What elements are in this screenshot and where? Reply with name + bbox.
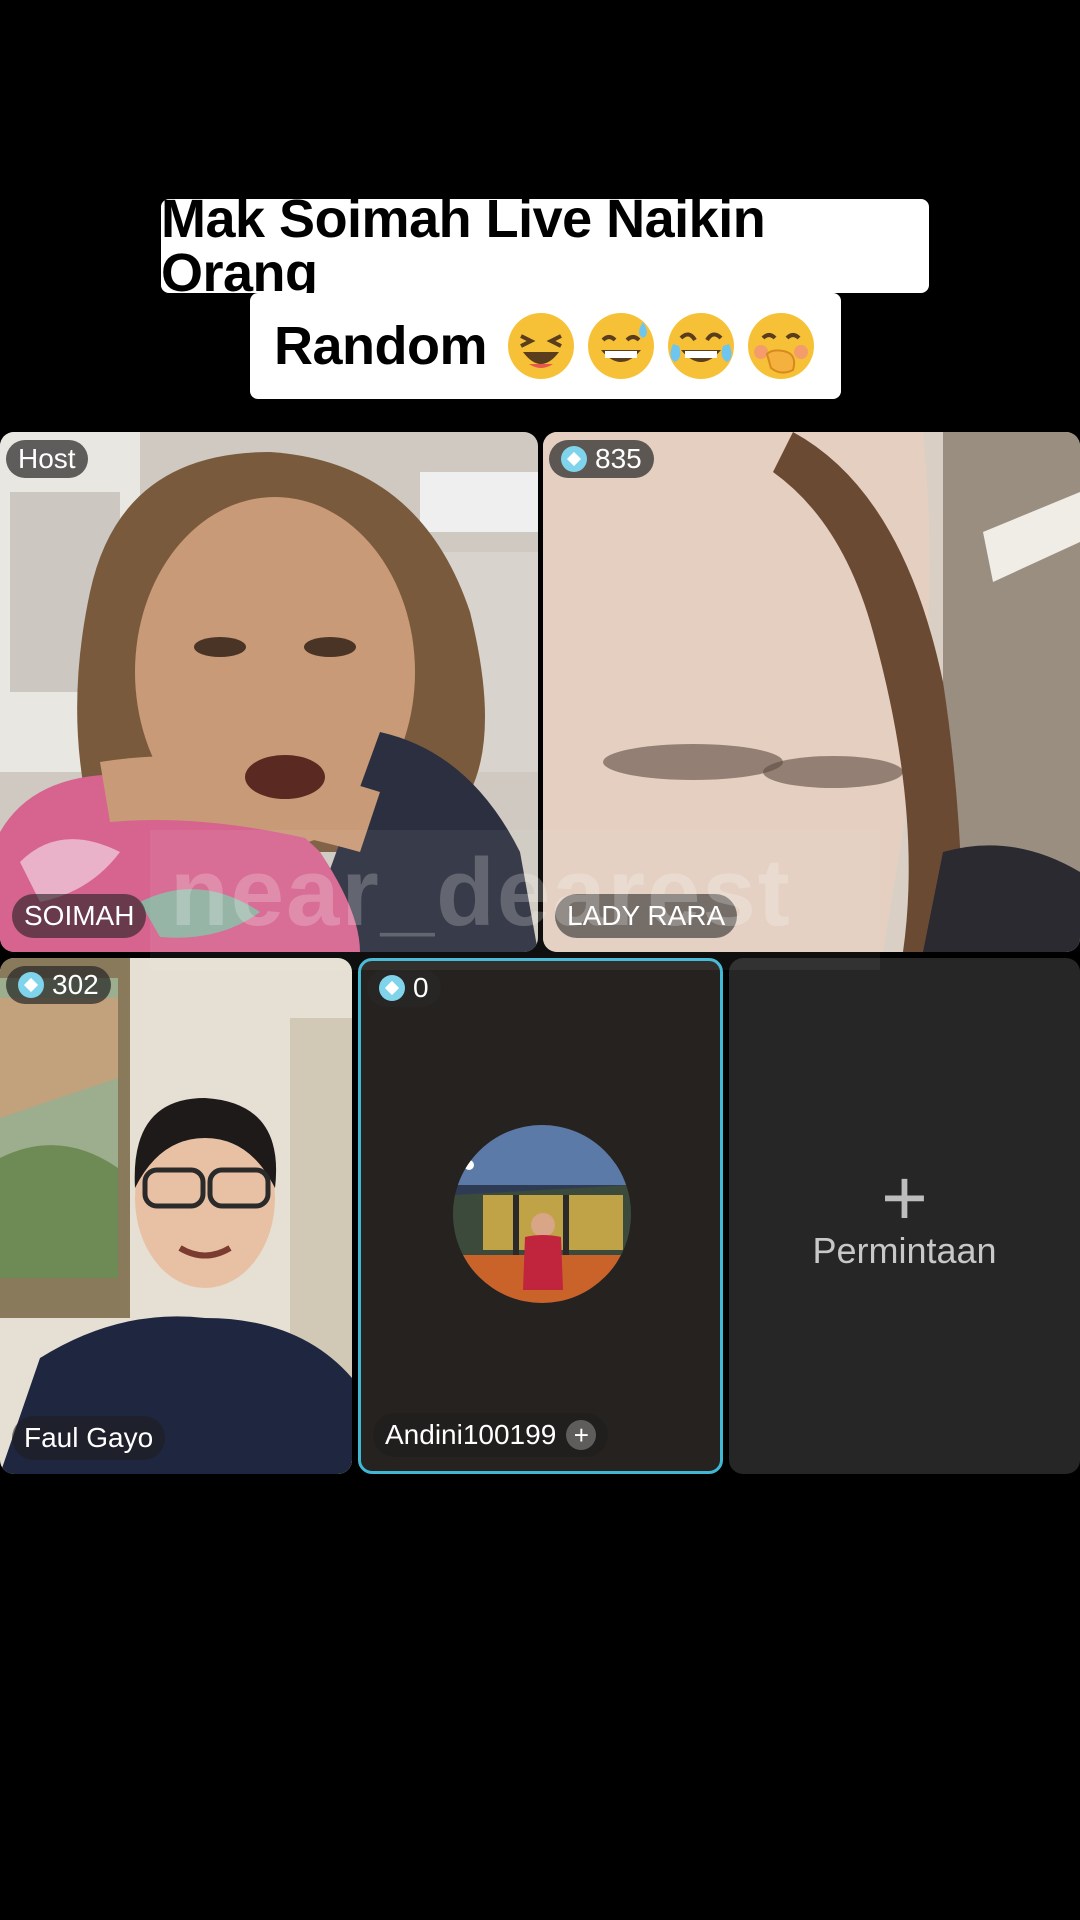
- gem-icon: [561, 446, 587, 472]
- lady-rara-count-badge: 835: [549, 440, 654, 478]
- faul-gayo-count: 302: [52, 969, 99, 1000]
- lady-rara-count: 835: [595, 443, 642, 474]
- video-tile-faul-gayo[interactable]: 302 Faul Gayo: [0, 958, 352, 1474]
- tears-of-joy-face-icon: [668, 313, 734, 379]
- request-label: Permintaan: [812, 1230, 997, 1271]
- andini-count-badge: 0: [367, 969, 441, 1007]
- faul-gayo-count-badge: 302: [6, 966, 111, 1004]
- andini-count: 0: [413, 972, 429, 1003]
- follow-plus-icon[interactable]: +: [566, 1420, 597, 1450]
- video-tile-andini[interactable]: 0 Andini100199 +: [358, 958, 723, 1474]
- host-badge-label: Host: [18, 443, 76, 474]
- andini-avatar[interactable]: [453, 1125, 631, 1303]
- faul-gayo-name-tag[interactable]: Faul Gayo: [12, 1416, 166, 1460]
- andini-name-tag[interactable]: Andini100199 +: [373, 1413, 609, 1457]
- host-badge: Host: [6, 440, 88, 478]
- host-name-tag[interactable]: SOIMAH: [12, 894, 147, 938]
- laughing-face-icon: [508, 313, 574, 379]
- andini-name: Andini100199: [385, 1419, 557, 1450]
- request-plus-icon[interactable]: +: [729, 1158, 1080, 1238]
- watermark-band: [150, 830, 880, 970]
- request-tile[interactable]: + Permintaan: [729, 958, 1080, 1474]
- caption-text-1: Mak Soimah Live Naikin Orang: [161, 189, 766, 303]
- host-name: SOIMAH: [24, 900, 135, 931]
- faul-gayo-name: Faul Gayo: [24, 1422, 154, 1453]
- gem-icon: [18, 972, 44, 998]
- caption-text-2: Random: [274, 316, 488, 376]
- caption-line-1: Mak Soimah Live Naikin Orang: [161, 192, 929, 300]
- gem-icon: [379, 975, 405, 1001]
- caption-line-2: Random: [250, 293, 841, 399]
- grinning-sweat-face-icon: [588, 313, 654, 379]
- andini-avatar-image: [453, 1125, 631, 1303]
- faul-gayo-video-frame: [0, 958, 352, 1474]
- face-with-hand-over-mouth-icon: [748, 313, 814, 379]
